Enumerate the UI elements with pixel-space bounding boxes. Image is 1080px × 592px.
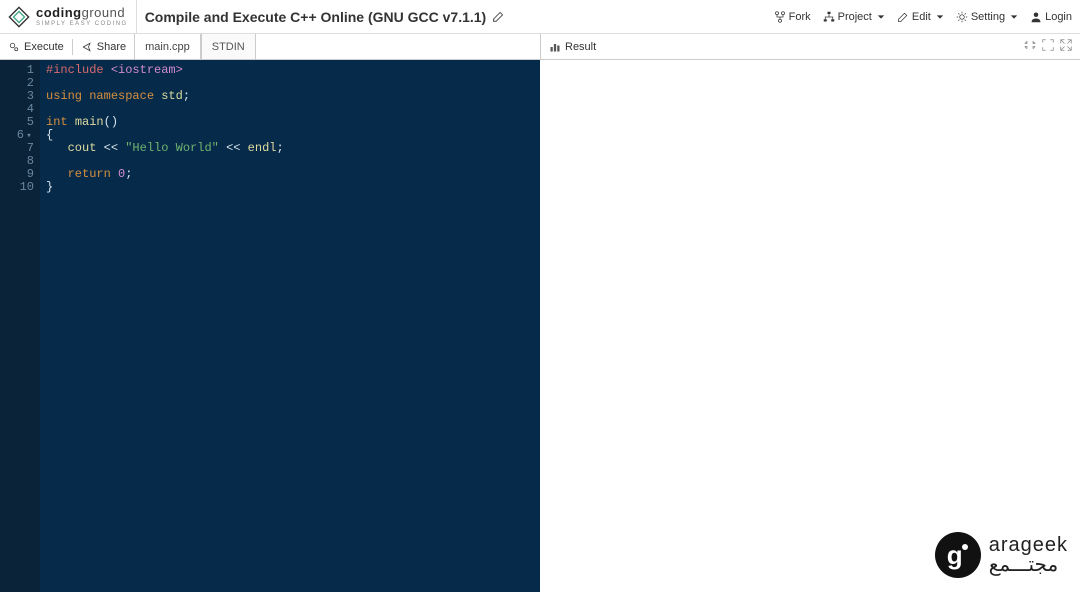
fork-button[interactable]: Fork (774, 11, 811, 23)
edit-title-icon[interactable] (492, 10, 505, 23)
logo-text: codingground SIMPLY EASY CODING (36, 6, 128, 27)
logo-regular: ground (82, 5, 125, 20)
gear-icon (956, 11, 968, 23)
watermark-bottom: مجتـــمع (989, 555, 1068, 575)
code-content[interactable]: #include <iostream> using namespace std;… (40, 60, 540, 592)
page-title: Compile and Execute C++ Online (GNU GCC … (145, 9, 766, 25)
top-actions: Fork Project Edit Setting Login (774, 11, 1072, 23)
watermark-dot-icon (962, 544, 968, 550)
top-header: codingground SIMPLY EASY CODING Compile … (0, 0, 1080, 34)
tab-stdin-label: STDIN (212, 41, 245, 53)
line-gutter: 1 2 3 4 5 6▾ 7 8 9 10 (0, 60, 40, 592)
logo[interactable]: codingground SIMPLY EASY CODING (8, 0, 137, 33)
toolbar-left: Execute Share main.cpp STDIN (0, 34, 540, 59)
pencil-icon (897, 11, 909, 23)
setting-button[interactable]: Setting (956, 11, 1018, 23)
logo-icon (8, 6, 30, 28)
result-bar: Result (540, 34, 1080, 59)
page-title-text: Compile and Execute C++ Online (GNU GCC … (145, 9, 487, 25)
caret-down-icon (877, 13, 885, 21)
user-icon (1030, 11, 1042, 23)
watermark: g arageek مجتـــمع (935, 532, 1068, 578)
edit-button[interactable]: Edit (897, 11, 944, 23)
execute-button[interactable]: Execute (0, 34, 72, 59)
login-button[interactable]: Login (1030, 11, 1072, 23)
result-title: Result (549, 41, 596, 53)
sitemap-icon (823, 11, 835, 23)
result-controls (1024, 39, 1072, 54)
login-label: Login (1045, 11, 1072, 23)
logo-subtitle: SIMPLY EASY CODING (36, 21, 128, 27)
tab-stdin[interactable]: STDIN (201, 34, 256, 59)
result-label: Result (565, 41, 596, 53)
fork-icon (774, 11, 786, 23)
watermark-g: g (947, 540, 963, 571)
project-label: Project (838, 11, 872, 23)
caret-down-icon (936, 13, 944, 21)
edit-label: Edit (912, 11, 931, 23)
watermark-logo-icon: g (935, 532, 981, 578)
setting-label: Setting (971, 11, 1005, 23)
project-button[interactable]: Project (823, 11, 885, 23)
cogs-icon (8, 41, 20, 53)
tab-main[interactable]: main.cpp (134, 34, 201, 59)
toolbar: Execute Share main.cpp STDIN Result (0, 34, 1080, 60)
watermark-top: arageek (989, 535, 1068, 555)
execute-label: Execute (24, 41, 64, 53)
line-number: 10 (0, 181, 34, 194)
logo-bold: coding (36, 5, 82, 20)
fork-label: Fork (789, 11, 811, 23)
bar-chart-icon (549, 41, 561, 53)
tab-main-label: main.cpp (145, 41, 190, 53)
share-icon (81, 41, 93, 53)
main-area: 1 2 3 4 5 6▾ 7 8 9 10 #include <iostream… (0, 60, 1080, 592)
share-button[interactable]: Share (73, 34, 134, 59)
expand-icon[interactable] (1060, 39, 1072, 54)
caret-down-icon (1010, 13, 1018, 21)
code-editor[interactable]: 1 2 3 4 5 6▾ 7 8 9 10 #include <iostream… (0, 60, 540, 592)
output-panel: g arageek مجتـــمع (540, 60, 1080, 592)
share-label: Share (97, 41, 126, 53)
watermark-text: arageek مجتـــمع (989, 535, 1068, 575)
collapse-icon[interactable] (1024, 39, 1036, 54)
fullscreen-icon[interactable] (1042, 39, 1054, 54)
